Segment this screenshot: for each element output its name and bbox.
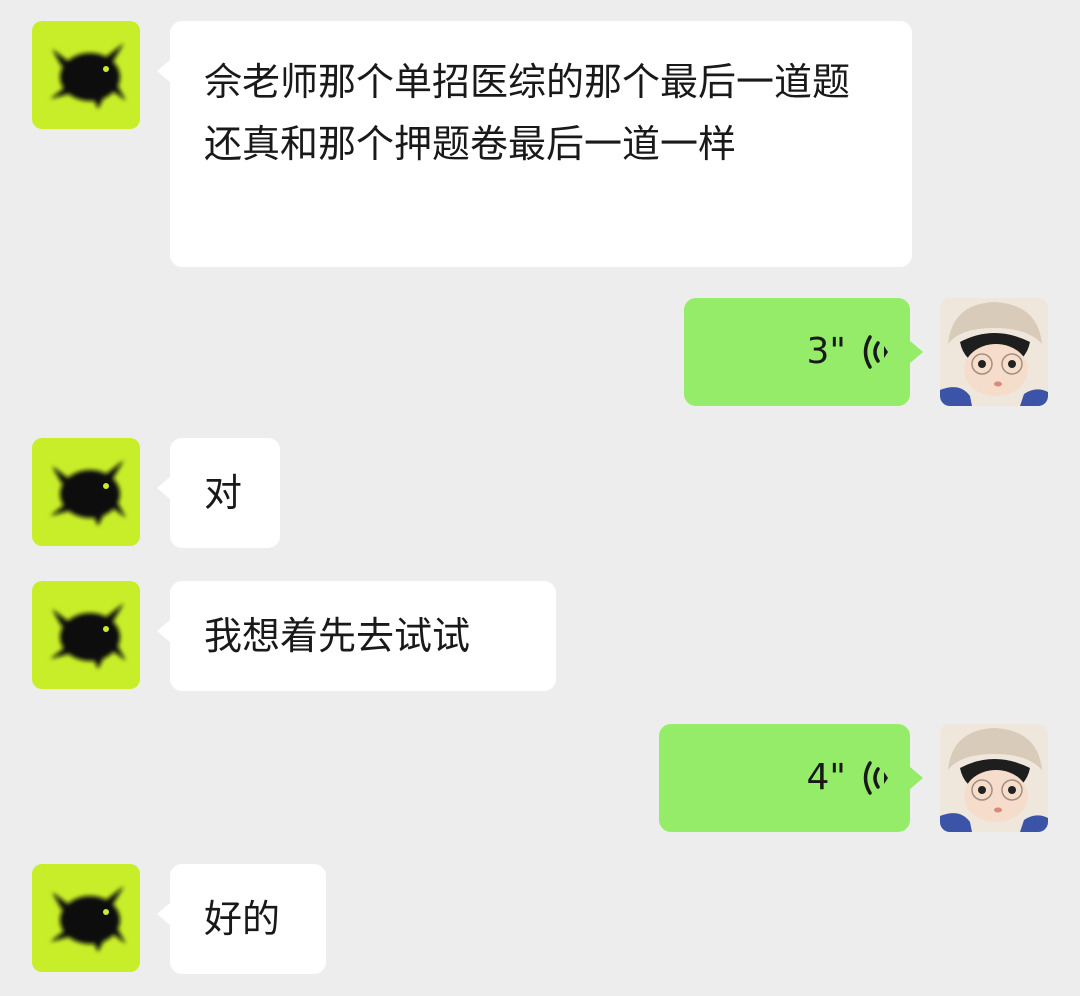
self-avatar[interactable] (940, 298, 1048, 406)
message-bubble-incoming[interactable]: 佘老师那个单招医综的那个最后一道题还真和那个押题卷最后一道一样 (157, 21, 912, 267)
message-text: 佘老师那个单招医综的那个最后一道题还真和那个押题卷最后一道一样 (204, 60, 851, 166)
contact-avatar[interactable] (32, 21, 140, 129)
message-bubble-incoming[interactable]: 我想着先去试试 (157, 581, 556, 691)
message-text: 我想着先去试试 (204, 614, 471, 658)
voice-message-bubble[interactable]: 3" (684, 298, 923, 406)
contact-avatar[interactable] (32, 581, 140, 689)
self-avatar[interactable] (940, 724, 1048, 832)
message-text: 好的 (204, 897, 281, 941)
voice-wave-icon (863, 335, 888, 369)
voice-wave-icon (863, 761, 888, 795)
message-text: 对 (204, 471, 243, 515)
voice-duration: 4" (806, 757, 846, 798)
contact-avatar[interactable] (32, 864, 140, 972)
voice-duration: 3" (806, 331, 846, 372)
message-bubble-incoming[interactable]: 好的 (157, 864, 326, 974)
message-bubble-incoming[interactable]: 对 (157, 438, 280, 548)
contact-avatar[interactable] (32, 438, 140, 546)
voice-message-bubble[interactable]: 4" (659, 724, 923, 832)
